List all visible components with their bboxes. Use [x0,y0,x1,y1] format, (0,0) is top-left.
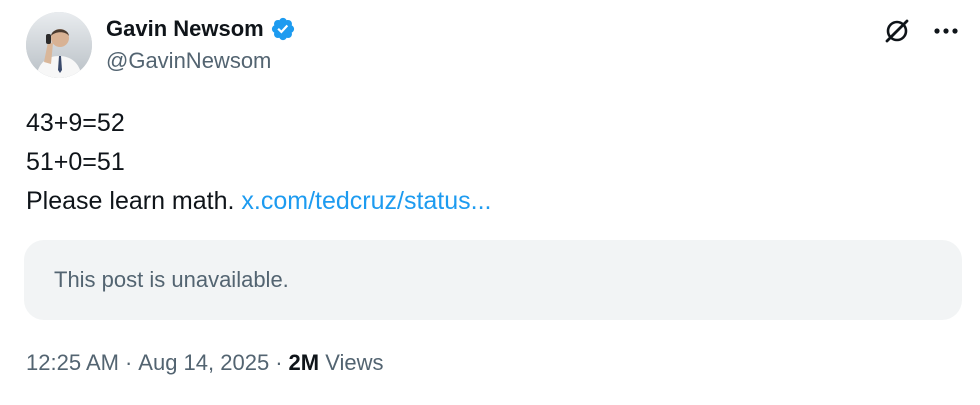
tweet-text-line-text: Please learn math. [26,187,242,215]
tweet-top-actions [882,16,960,46]
meta-separator: · [275,350,283,375]
verified-badge-icon[interactable] [270,16,296,42]
status-link[interactable]: x.com/tedcruz/status... [241,187,491,215]
tweet-text-line-with-link: Please learn math. x.com/tedcruz/status.… [26,182,492,221]
post-time[interactable]: 12:25 AM [26,350,119,375]
quoted-post-card[interactable]: This post is unavailable. [24,240,962,320]
avatar[interactable] [26,12,92,78]
tweet-text-line: 43+9=52 [26,109,125,137]
views-count[interactable]: 2M [289,350,320,375]
meta-separator: · [124,350,133,375]
post-date[interactable]: Aug 14, 2025 [138,350,269,375]
grok-icon[interactable] [882,16,912,46]
views-label: Views [325,350,384,375]
tweet-text-line: 51+0=51 [26,148,125,176]
author-name-row: Gavin Newsom [106,14,296,44]
avatar-photo-icon [26,12,92,78]
author-handle[interactable]: @GavinNewsom [106,48,271,74]
quoted-post-unavailable-text: This post is unavailable. [54,267,289,292]
tweet-card: Gavin Newsom @GavinNewsom 43+9=52 51+0=5… [0,0,980,405]
tweet-text: 43+9=52 51+0=51 Please learn math. x.com… [26,104,492,221]
tweet-meta: 12:25 AM · Aug 14, 2025 · 2M Views [26,350,384,376]
author-display-name[interactable]: Gavin Newsom [106,16,264,42]
more-horizontal-icon[interactable] [932,16,960,46]
